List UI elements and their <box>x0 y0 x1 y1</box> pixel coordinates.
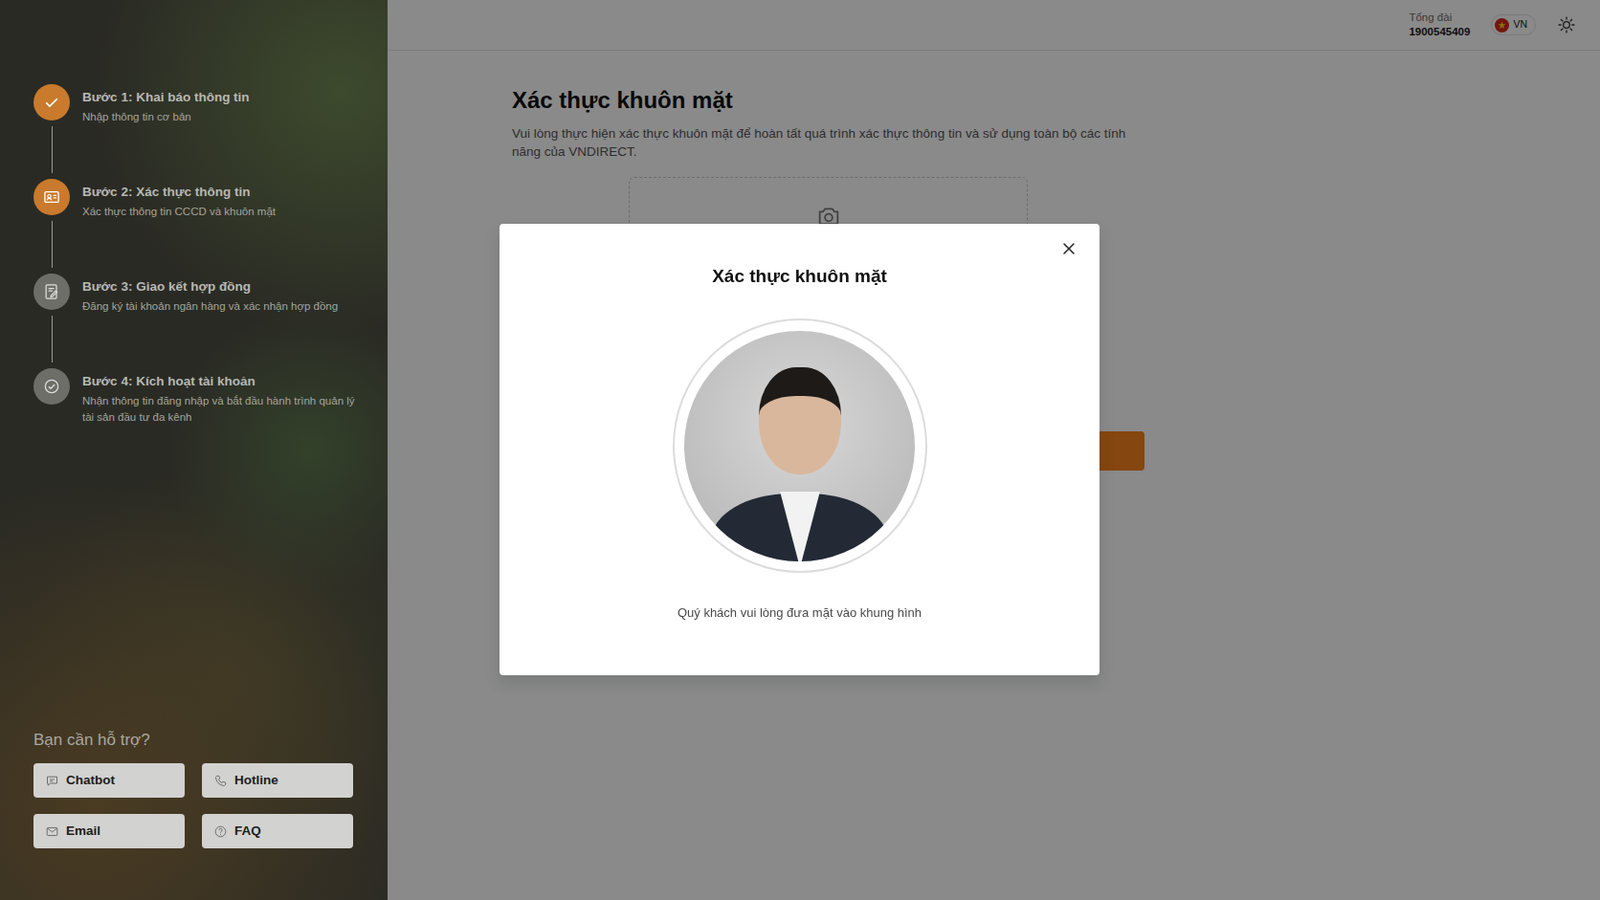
close-button[interactable] <box>1055 235 1083 263</box>
chat-icon <box>44 774 60 789</box>
step-subtitle: Xác thực thông tin CCCD và khuôn mặt <box>82 203 360 221</box>
help-button[interactable]: FAQ <box>201 814 354 849</box>
step-text: Bước 2: Xác thực thông tin Xác thực thông… <box>82 178 360 274</box>
question-icon <box>213 824 228 840</box>
step-connector <box>51 315 53 363</box>
app-shell: Bước 1: Khai báo thông tin Nhập thông tin… <box>0 0 1600 900</box>
step-subtitle: Nhập thông tin cơ bản <box>82 109 360 126</box>
help-button[interactable]: Chatbot <box>33 763 185 799</box>
step-subtitle: Đăng ký tài khoản ngân hàng và xác nhận … <box>82 298 360 315</box>
step-connector <box>51 221 53 268</box>
help-button-label: Hotline <box>234 771 279 791</box>
step-status <box>33 368 70 405</box>
step-item: Bước 1: Khai báo thông tin Nhập thông tin… <box>33 84 369 179</box>
step-item: Bước 3: Giao kết hợp đồng Đăng ký tài kho… <box>33 273 369 369</box>
help-section: Bạn cần hỗ trợ? Chatbot Hotline Email FAQ <box>33 728 369 850</box>
step-text: Bước 1: Khai báo thông tin Nhập thông tin… <box>82 84 360 179</box>
check-icon <box>42 92 62 112</box>
step-subtitle: Nhận thông tin đăng nhập và bắt đầu hành… <box>82 393 360 427</box>
mail-icon <box>44 824 60 840</box>
help-button-label: Email <box>66 822 101 842</box>
face-verification-dialog: Xác thực khuôn mặt Quý khách vui lòng đưa… <box>499 223 1100 676</box>
help-title: Bạn cần hỗ trợ? <box>33 728 369 754</box>
sidebar: Bước 1: Khai báo thông tin Nhập thông tin… <box>0 0 388 900</box>
step-item: Bước 4: Kích hoạt tài khoản Nhận thông ti… <box>33 368 369 426</box>
step-rail <box>33 84 70 179</box>
preview-face <box>758 367 842 475</box>
step-status <box>33 178 70 216</box>
close-icon <box>1059 239 1079 259</box>
step-text: Bước 4: Kích hoạt tài khoản Nhận thông ti… <box>82 368 360 426</box>
help-grid: Chatbot Hotline Email FAQ <box>33 763 369 849</box>
step-title: Bước 3: Giao kết hợp đồng <box>82 278 360 296</box>
check-circle-icon <box>42 377 62 397</box>
step-rail <box>33 178 70 274</box>
phone-icon <box>213 774 228 789</box>
step-title: Bước 2: Xác thực thông tin <box>82 183 360 201</box>
step-connector <box>51 126 53 174</box>
step-rail <box>33 273 70 369</box>
camera-frame <box>672 318 928 574</box>
step-status <box>33 84 70 121</box>
contract-icon <box>42 282 62 302</box>
step-status <box>33 273 70 311</box>
step-text: Bước 3: Giao kết hợp đồng Đăng ký tài kho… <box>82 273 360 369</box>
step-list: Bước 1: Khai báo thông tin Nhập thông tin… <box>33 84 369 426</box>
help-button-label: FAQ <box>234 822 262 842</box>
step-rail <box>33 368 70 426</box>
step-item: Bước 2: Xác thực thông tin Xác thực thông… <box>33 178 369 274</box>
step-title: Bước 1: Khai báo thông tin <box>82 88 360 107</box>
id-card-icon <box>42 187 62 207</box>
camera-preview <box>684 331 915 562</box>
dialog-title: Xác thực khuôn mặt <box>711 264 888 289</box>
help-button[interactable]: Hotline <box>201 763 354 799</box>
instruction-text: Quý khách vui lòng đưa mặt vào khung hìn… <box>677 603 922 623</box>
help-button-label: Chatbot <box>66 771 115 791</box>
step-title: Bước 4: Kích hoạt tài khoản <box>82 373 360 391</box>
help-button[interactable]: Email <box>33 814 185 849</box>
